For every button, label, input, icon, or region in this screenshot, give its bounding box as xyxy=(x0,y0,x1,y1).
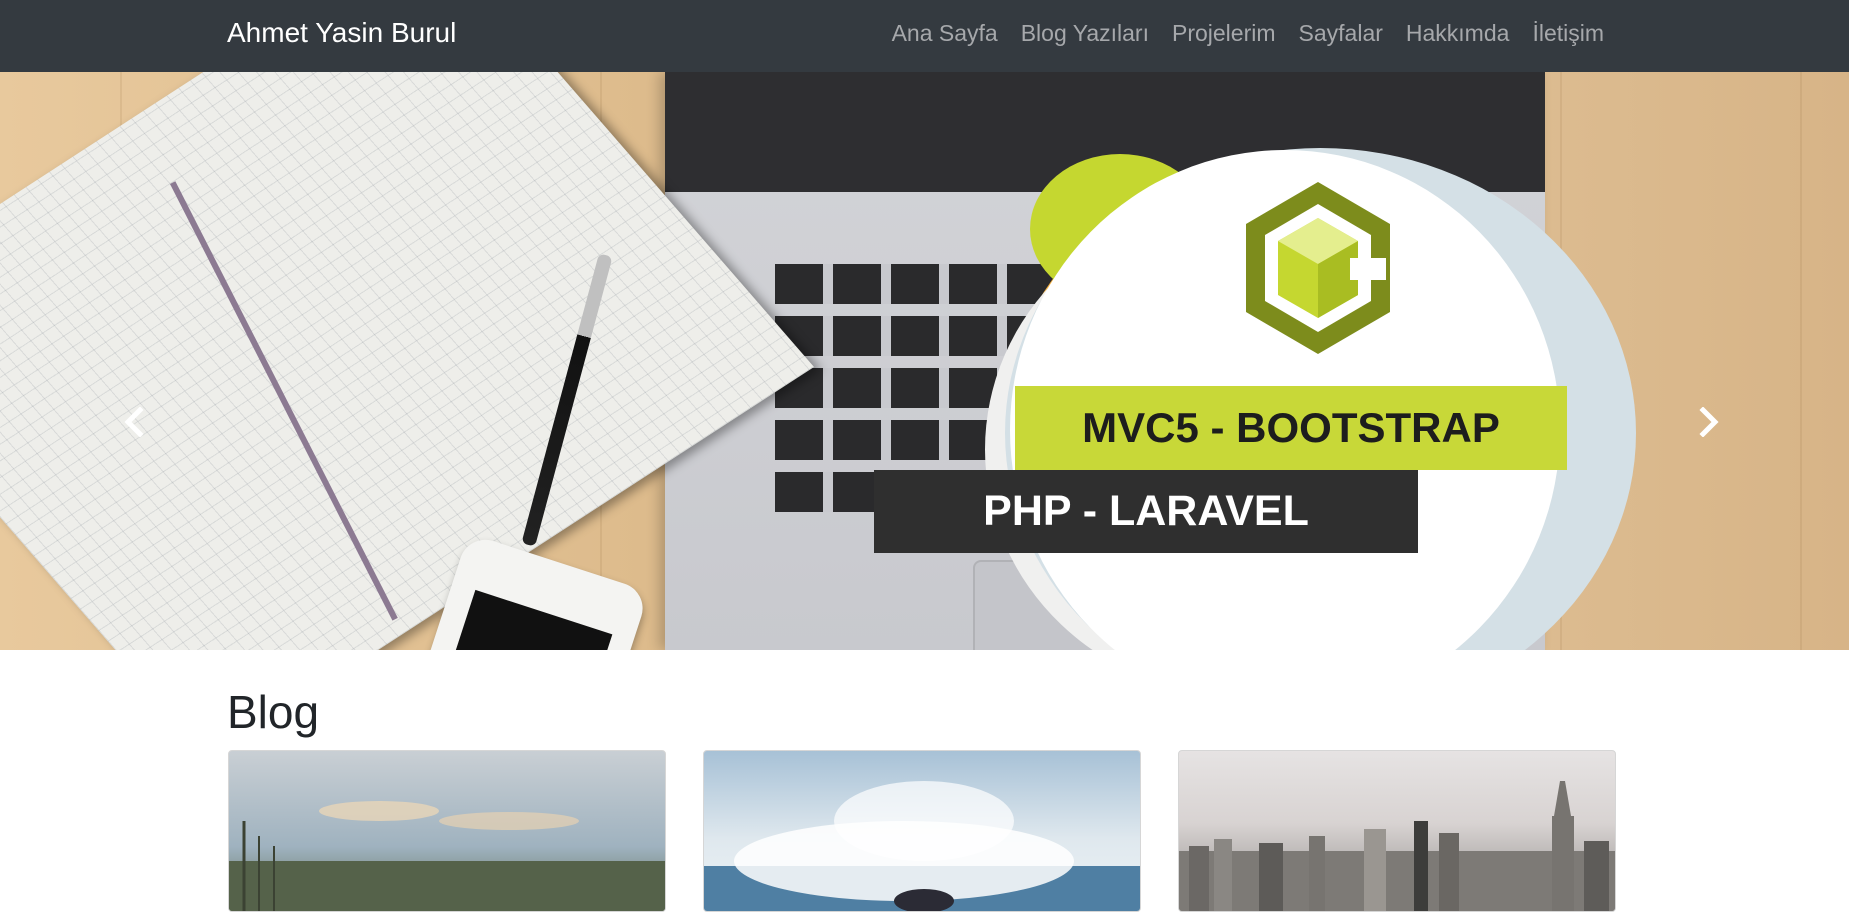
city-skyline-photo xyxy=(1179,781,1615,911)
nav-link-ana-sayfa[interactable]: Ana Sayfa xyxy=(892,15,998,51)
banner-mvc5-bootstrap: MVC5 - BOOTSTRAP xyxy=(1015,386,1567,470)
ocean-wave-splash-photo xyxy=(704,781,1140,911)
hexagon-cube-logo-icon xyxy=(1246,182,1390,354)
blog-card-2[interactable] xyxy=(703,750,1141,912)
blog-card-1[interactable] xyxy=(228,750,666,912)
nav-menu: Ana Sayfa Blog Yazıları Projelerim Sayfa… xyxy=(892,15,1604,51)
chevron-left-icon xyxy=(124,407,144,437)
nav-link-sayfalar[interactable]: Sayfalar xyxy=(1299,15,1383,51)
carousel-prev-button[interactable] xyxy=(104,392,164,452)
blog-card-3[interactable] xyxy=(1178,750,1616,912)
nav-link-hakkimda[interactable]: Hakkımda xyxy=(1406,15,1510,51)
phone-screen xyxy=(417,589,613,650)
chevron-right-icon xyxy=(1699,407,1719,437)
hero-carousel: MVC5 - BOOTSTRAP PHP - LARAVEL xyxy=(0,72,1849,650)
nav-link-blog-yazilari[interactable]: Blog Yazıları xyxy=(1021,15,1149,51)
nav-link-iletisim[interactable]: İletişim xyxy=(1532,15,1604,51)
navbar: Ahmet Yasin Burul Ana Sayfa Blog Yazılar… xyxy=(0,0,1849,72)
carousel-next-button[interactable] xyxy=(1679,392,1739,452)
blog-heading: Blog xyxy=(227,686,320,738)
brand-link[interactable]: Ahmet Yasin Burul xyxy=(227,15,456,51)
landscape-sky-trees-photo xyxy=(229,801,665,911)
nav-link-projelerim[interactable]: Projelerim xyxy=(1172,15,1276,51)
banner-php-laravel: PHP - LARAVEL xyxy=(874,470,1418,553)
